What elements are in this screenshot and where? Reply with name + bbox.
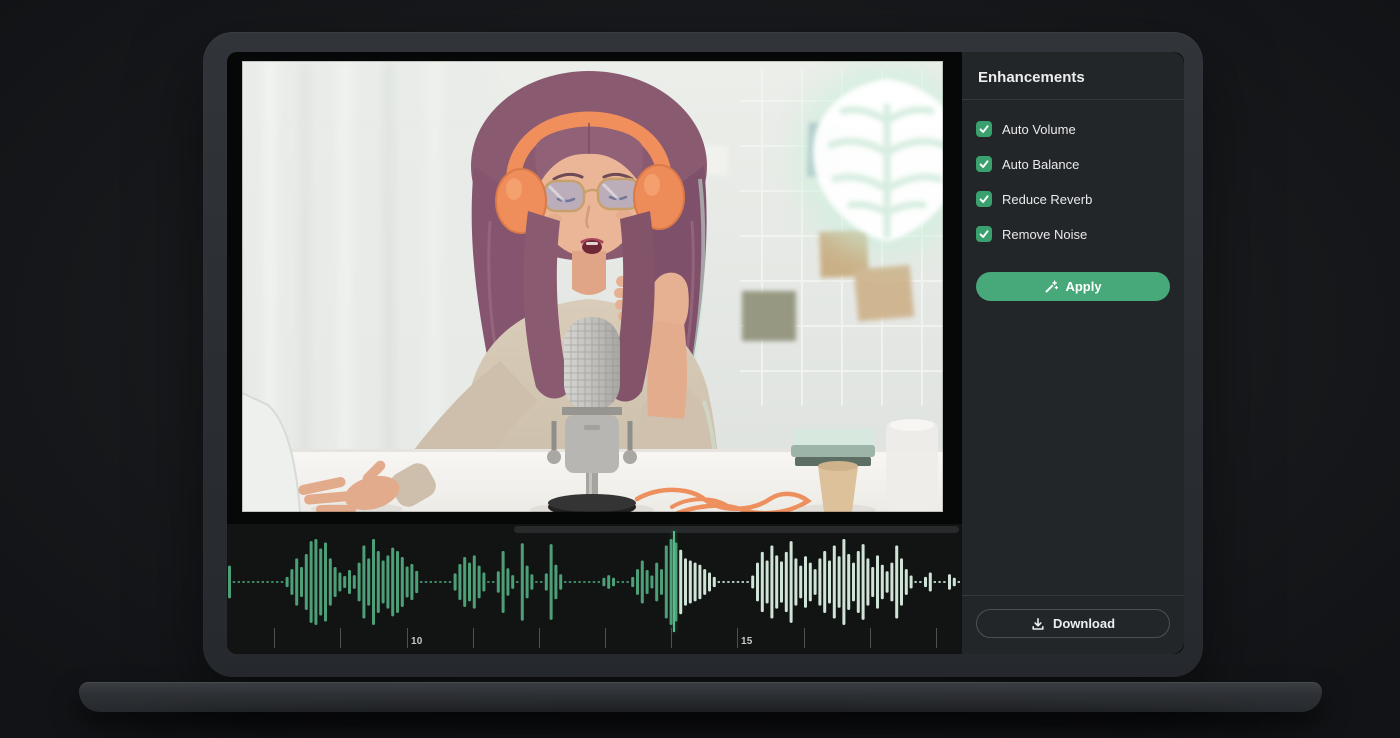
page-background: 10 15 Enhancements Auto Volume Auto Bala… <box>0 0 1400 738</box>
ruler-tick <box>539 628 540 648</box>
ruler-tick <box>274 628 275 648</box>
checkmark-icon[interactable] <box>976 156 992 172</box>
apply-button[interactable]: Apply <box>976 272 1170 301</box>
checkbox-label: Reduce Reverb <box>1002 191 1093 207</box>
checkmark-icon[interactable] <box>976 191 992 207</box>
checkbox-label: Auto Balance <box>1002 156 1080 172</box>
checkmark-icon[interactable] <box>976 121 992 137</box>
download-icon <box>1032 617 1044 630</box>
ruler-tick <box>936 628 937 648</box>
ruler-tick <box>870 628 871 648</box>
podcaster-illustration <box>242 61 943 512</box>
ruler-tick <box>407 628 408 648</box>
checkbox-auto-volume[interactable]: Auto Volume <box>976 121 1170 137</box>
ruler-tick <box>671 628 672 648</box>
video-preview[interactable] <box>242 61 943 512</box>
checkbox-remove-noise[interactable]: Remove Noise <box>976 226 1170 242</box>
apply-label: Apply <box>1065 279 1102 294</box>
waveform[interactable] <box>227 524 962 654</box>
playhead[interactable] <box>673 531 675 632</box>
ruler-label: 15 <box>741 636 753 647</box>
magic-wand-icon <box>1045 280 1059 292</box>
laptop-base <box>79 682 1322 712</box>
checkbox-reduce-reverb[interactable]: Reduce Reverb <box>976 191 1170 207</box>
checkbox-list: Auto Volume Auto Balance Reduce Reverb R… <box>962 100 1184 242</box>
panel-bottom: Download <box>962 595 1184 654</box>
ruler-label: 10 <box>411 636 423 647</box>
ruler-tick <box>473 628 474 648</box>
ruler-tick <box>804 628 805 648</box>
download-label: Download <box>1052 616 1116 631</box>
audio-timeline[interactable]: 10 15 <box>227 524 962 654</box>
panel-title: Enhancements <box>978 69 1085 86</box>
app-screen: 10 15 Enhancements Auto Volume Auto Bala… <box>227 52 1184 654</box>
checkbox-label: Remove Noise <box>1002 226 1088 242</box>
ruler-tick <box>340 628 341 648</box>
curtain <box>242 61 490 461</box>
ruler-tick <box>605 628 606 648</box>
laptop-mockup: 10 15 Enhancements Auto Volume Auto Bala… <box>203 32 1203 677</box>
checkmark-icon[interactable] <box>976 226 992 242</box>
checkbox-auto-balance[interactable]: Auto Balance <box>976 156 1170 172</box>
checkbox-label: Auto Volume <box>1002 121 1076 137</box>
enhancements-panel: Enhancements Auto Volume Auto Balance Re… <box>962 52 1184 654</box>
download-button[interactable]: Download <box>976 609 1170 638</box>
ruler-tick <box>737 628 738 648</box>
